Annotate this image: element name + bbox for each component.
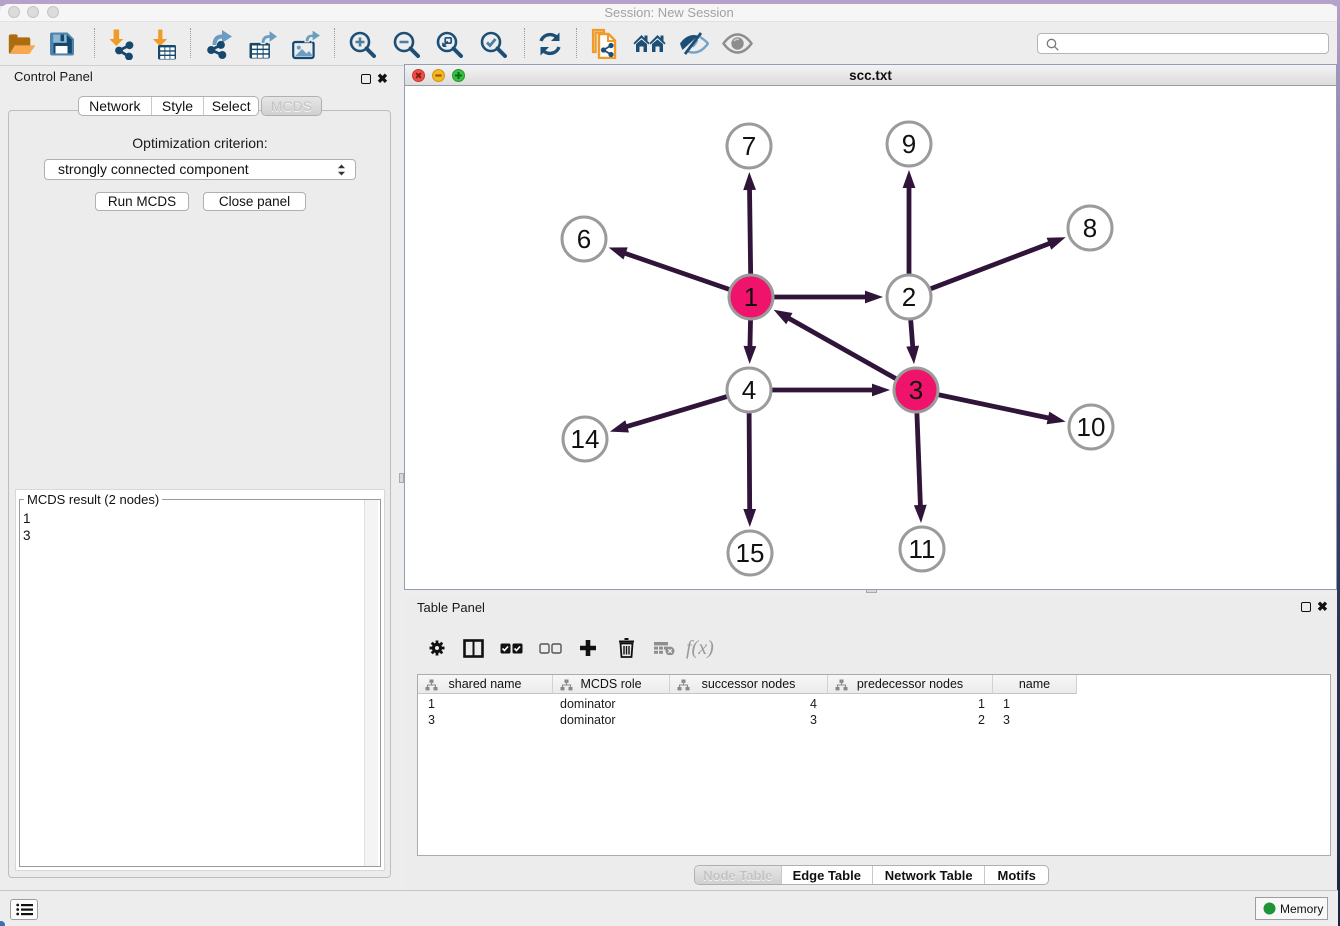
svg-text:10: 10: [1077, 412, 1106, 442]
svg-text:4: 4: [742, 375, 756, 405]
svg-text:9: 9: [902, 129, 916, 159]
svg-text:1: 1: [744, 282, 758, 312]
svg-text:11: 11: [909, 534, 936, 564]
svg-text:2: 2: [902, 282, 916, 312]
svg-text:15: 15: [736, 538, 765, 568]
svg-text:7: 7: [742, 131, 756, 161]
svg-text:14: 14: [571, 424, 600, 454]
svg-text:6: 6: [577, 224, 591, 254]
svg-text:8: 8: [1083, 213, 1097, 243]
svg-text:3: 3: [909, 375, 923, 405]
